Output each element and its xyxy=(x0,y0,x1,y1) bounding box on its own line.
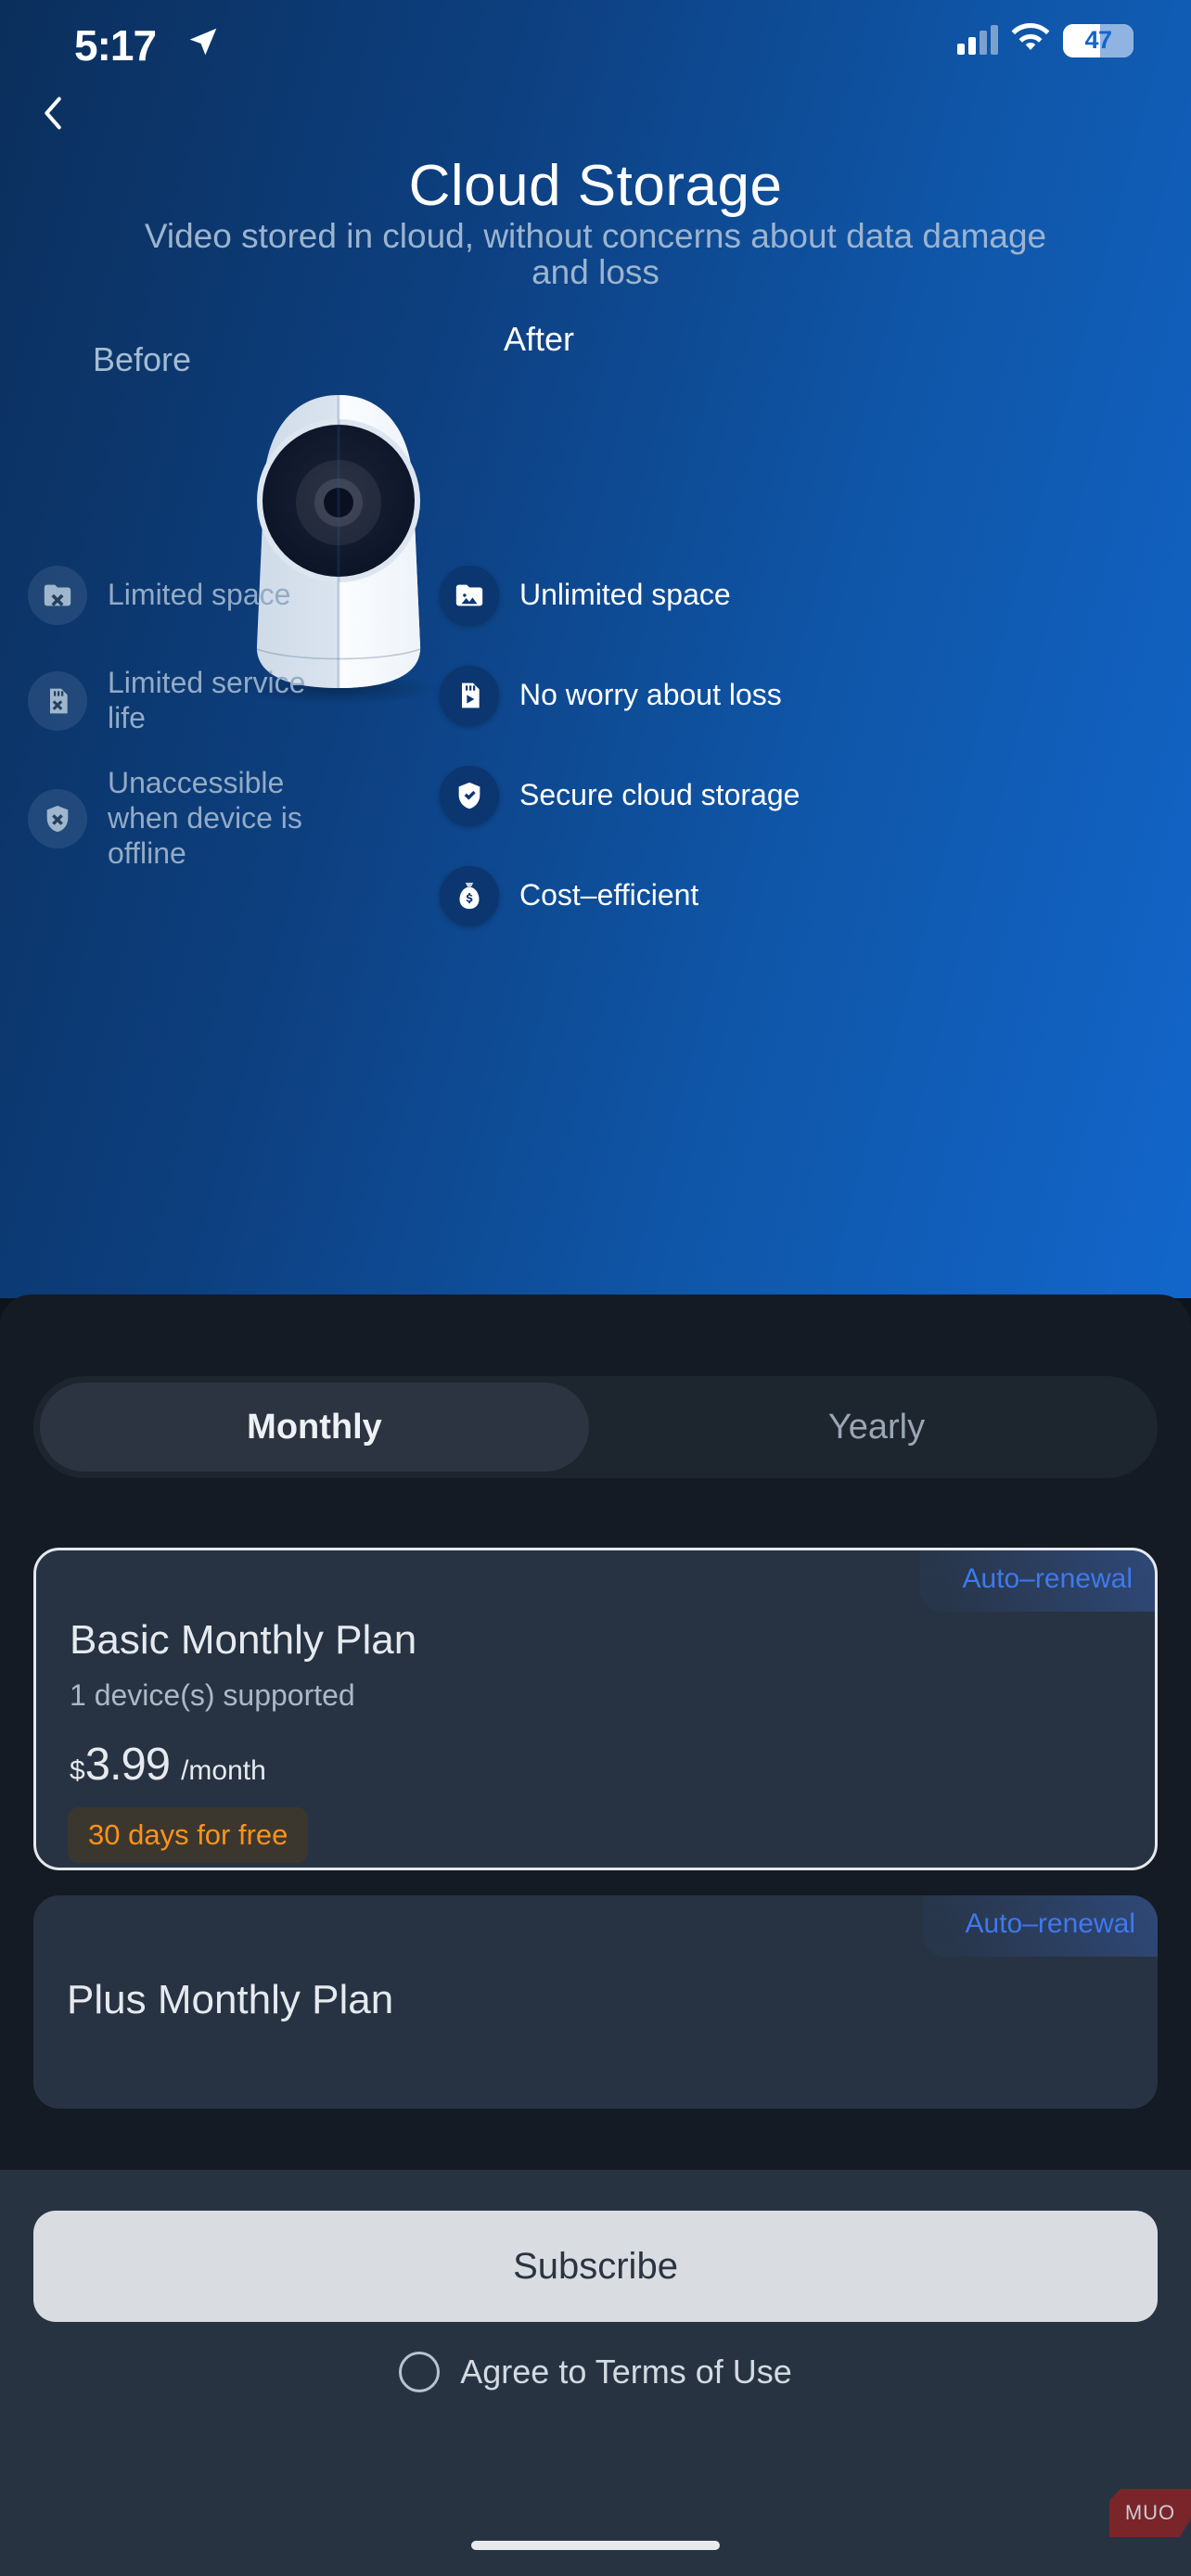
status-bar: 5:17 47 xyxy=(0,0,1191,89)
home-indicator[interactable] xyxy=(471,2541,720,2550)
battery-icon: 47 xyxy=(1063,23,1133,57)
price-currency: $ xyxy=(70,1755,85,1786)
phone-screen: 5:17 47 Cloud Storage Video stored in cl… xyxy=(0,0,1191,2576)
back-button[interactable] xyxy=(20,82,87,148)
price-amount: 3.99 xyxy=(84,1740,171,1790)
folder-image-icon xyxy=(440,566,499,625)
after-item-label: No worry about loss xyxy=(519,678,782,712)
billing-period-toggle[interactable]: Monthly Yearly xyxy=(33,1376,1158,1478)
status-bar-indicators: 47 xyxy=(957,22,1133,58)
subscribe-button[interactable]: Subscribe xyxy=(33,2211,1158,2322)
page-subtitle: Video stored in cloud, without concerns … xyxy=(144,217,1047,292)
tab-monthly[interactable]: Monthly xyxy=(40,1383,589,1472)
before-item-label: Unaccessible when device is offline xyxy=(108,766,302,870)
battery-percent: 47 xyxy=(1084,26,1112,54)
free-trial-badge: 30 days for free xyxy=(68,1807,309,1863)
before-column-heading: Before xyxy=(93,340,192,378)
after-item-0: Unlimited space xyxy=(440,566,839,625)
shield-x-icon xyxy=(28,788,87,848)
after-item-3: Cost–efficient xyxy=(440,866,839,925)
hero-section: 5:17 47 Cloud Storage Video stored in cl… xyxy=(0,0,1191,1298)
before-item-2: Unaccessible when device is offline xyxy=(28,766,334,871)
after-item-2: Secure cloud storage xyxy=(440,766,839,825)
before-item-label: Limited service life xyxy=(108,666,306,734)
before-item-label: Limited space xyxy=(108,578,291,612)
folder-x-icon xyxy=(28,566,87,625)
terms-agreement-row[interactable]: Agree to Terms of Use xyxy=(0,2352,1191,2392)
after-item-1: No worry about loss xyxy=(440,666,839,725)
after-item-label: Secure cloud storage xyxy=(519,778,800,812)
bottom-action-bar: Subscribe Agree to Terms of Use MUO xyxy=(0,2170,1191,2576)
plan-card-plus-monthly[interactable]: Auto–renewal Plus Monthly Plan xyxy=(33,1895,1158,2109)
tab-yearly[interactable]: Yearly xyxy=(602,1383,1151,1472)
auto-renewal-badge: Auto–renewal xyxy=(922,1895,1158,1957)
wifi-icon xyxy=(1011,22,1050,58)
terms-label[interactable]: Agree to Terms of Use xyxy=(460,2353,792,2391)
plan-name: Plus Monthly Plan xyxy=(67,1977,394,2022)
plan-name: Basic Monthly Plan xyxy=(70,1617,417,1663)
price-period: /month xyxy=(181,1755,266,1786)
plan-card-basic-monthly[interactable]: Auto–renewal Basic Monthly Plan 1 device… xyxy=(33,1548,1158,1870)
plan-price: $ 3.99 /month xyxy=(70,1739,266,1791)
before-item-0: Limited space xyxy=(28,566,334,625)
shield-check-icon xyxy=(440,766,499,825)
terms-checkbox[interactable] xyxy=(399,2352,441,2392)
muo-watermark: MUO xyxy=(1109,2489,1191,2537)
page-title: Cloud Storage xyxy=(408,154,783,218)
sdcard-play-icon xyxy=(440,666,499,725)
chevron-left-icon xyxy=(32,92,75,139)
after-item-label: Cost–efficient xyxy=(519,878,699,912)
plan-device-count: 1 device(s) supported xyxy=(70,1678,355,1712)
after-column-heading: After xyxy=(504,320,575,358)
auto-renewal-badge: Auto–renewal xyxy=(919,1550,1155,1612)
security-camera-illustration xyxy=(237,389,441,705)
status-bar-time: 5:17 xyxy=(74,21,157,70)
sdcard-x-icon xyxy=(28,670,87,731)
money-bag-icon xyxy=(440,866,499,925)
location-arrow-icon xyxy=(186,24,221,59)
after-item-label: Unlimited space xyxy=(519,578,731,612)
cellular-bars-icon xyxy=(957,24,998,55)
before-item-1: Limited service life xyxy=(28,666,334,736)
